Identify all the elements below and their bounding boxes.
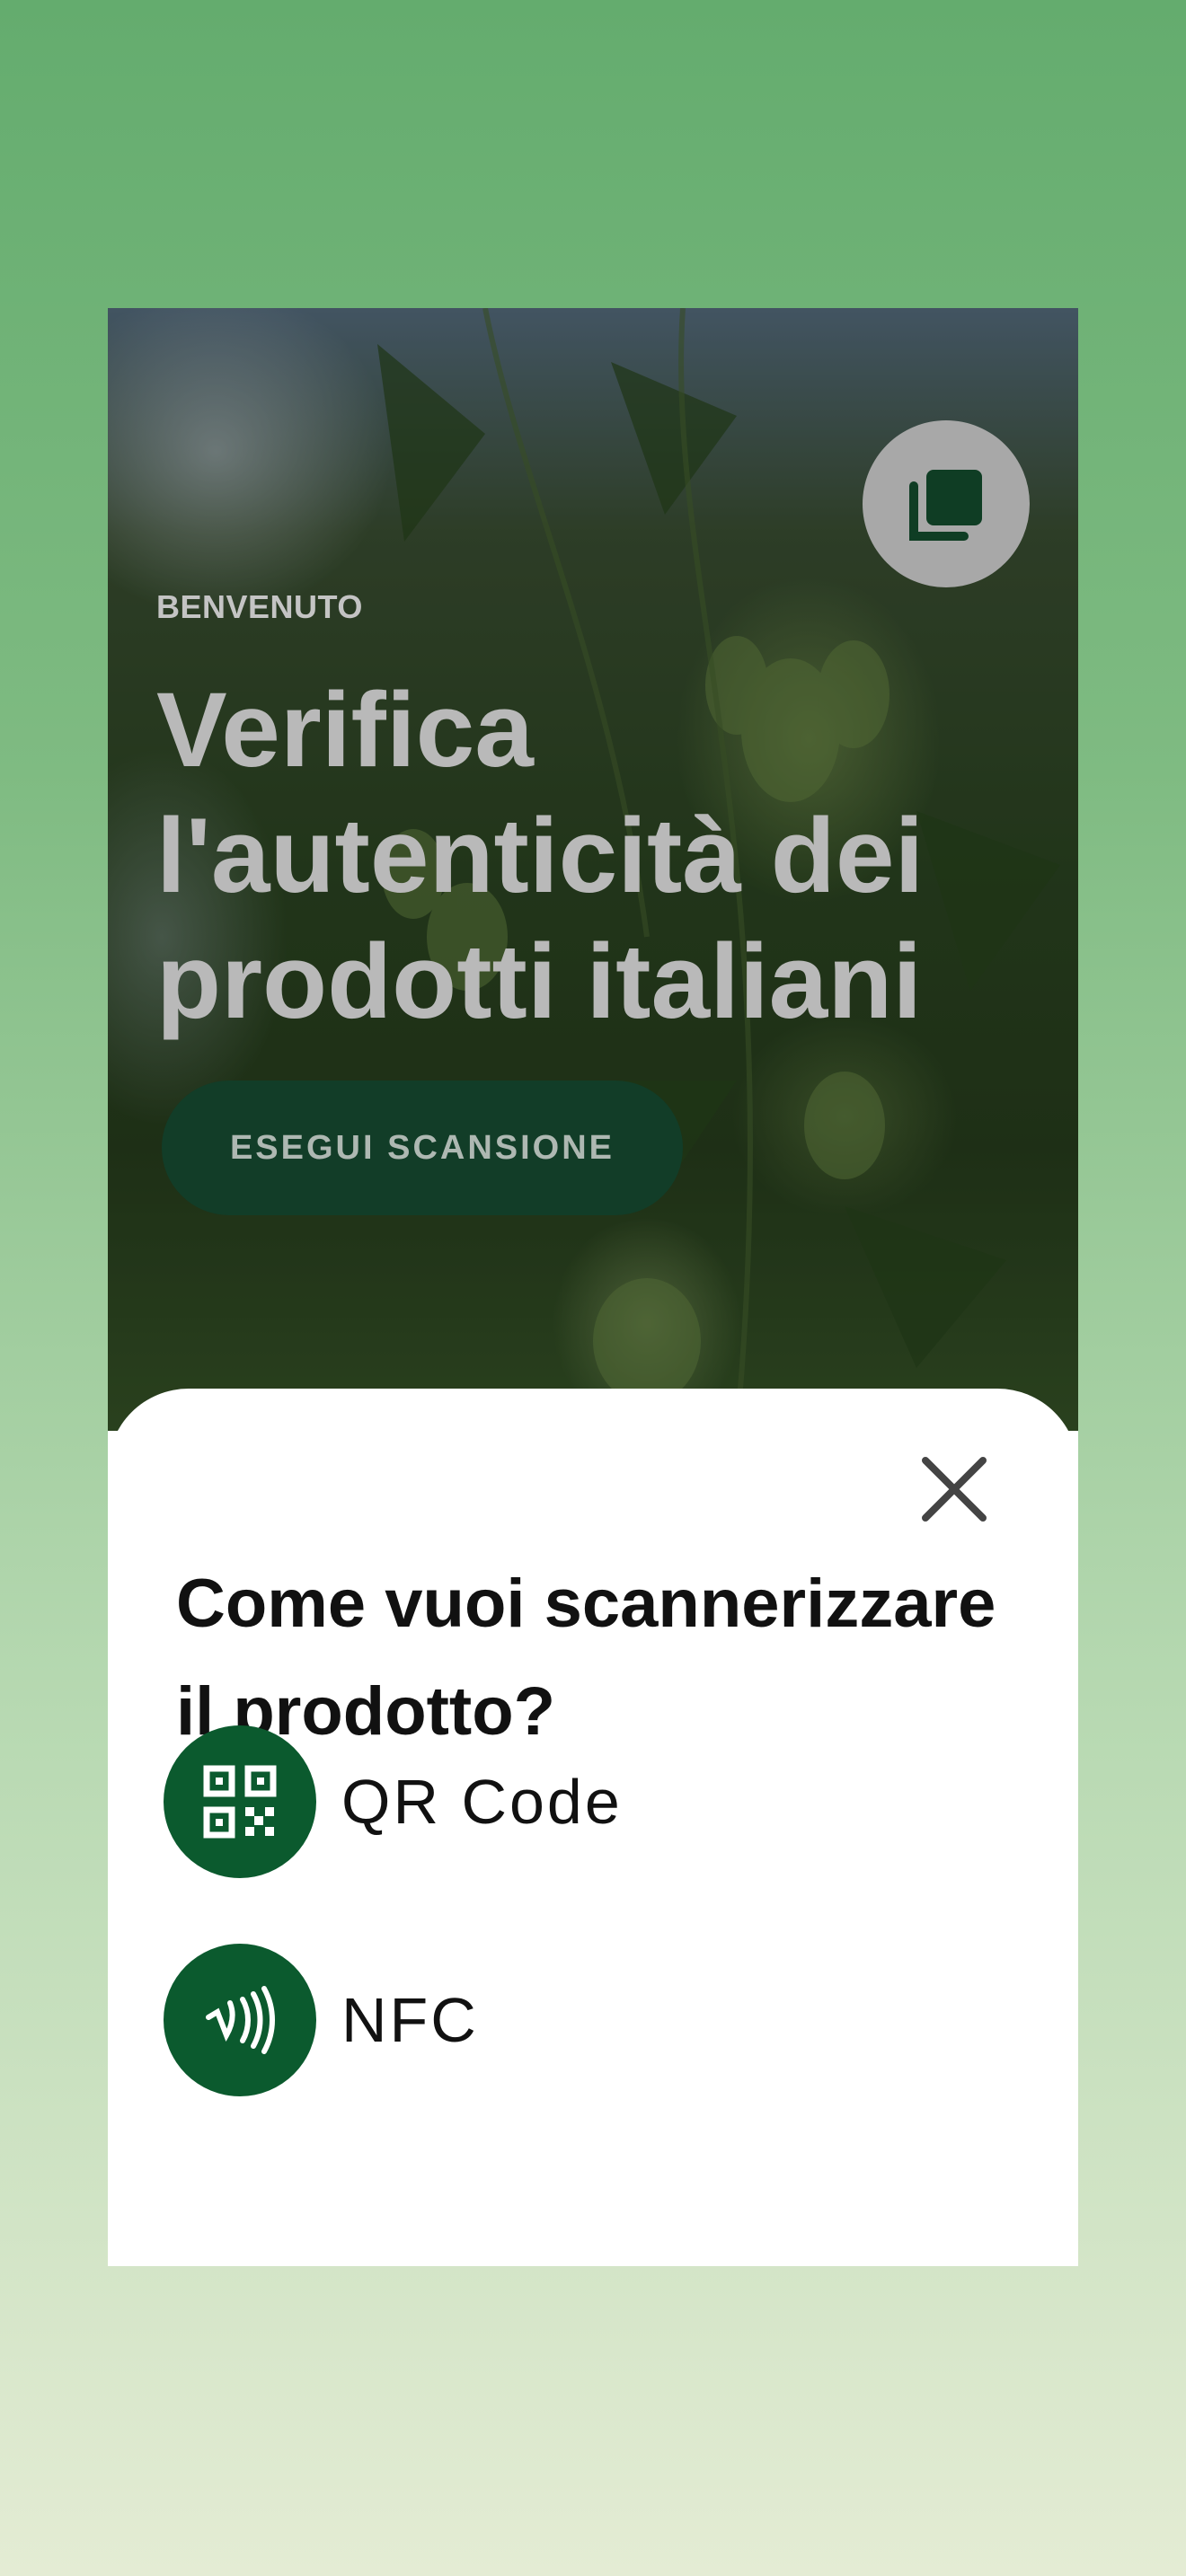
option-nfc-label: NFC — [341, 1985, 479, 2055]
collection-icon — [909, 470, 982, 541]
qr-code-icon — [203, 1765, 277, 1839]
hero-image: BENVENUTO Verifica l'autenticità dei pro… — [108, 308, 1078, 1431]
collection-button[interactable] — [863, 420, 1030, 587]
hero-title: Verifica l'autenticità dei prodotti ital… — [156, 671, 925, 1041]
option-qr-code[interactable]: QR Code — [164, 1725, 882, 1878]
scan-method-sheet: Come vuoi scannerizzare il prodotto? QR … — [108, 1389, 1078, 2266]
welcome-eyebrow: BENVENUTO — [156, 588, 363, 625]
nfc-icon — [206, 1986, 275, 2054]
close-icon — [922, 1457, 987, 1522]
nfc-icon-badge — [164, 1944, 316, 2096]
option-nfc[interactable]: NFC — [164, 1944, 882, 2096]
welcome-card: BENVENUTO Verifica l'autenticità dei pro… — [108, 308, 1078, 2266]
qr-code-icon-badge — [164, 1725, 316, 1878]
scan-button[interactable]: ESEGUI SCANSIONE — [162, 1081, 683, 1215]
option-qr-code-label: QR Code — [341, 1767, 623, 1837]
close-button[interactable] — [916, 1451, 992, 1527]
